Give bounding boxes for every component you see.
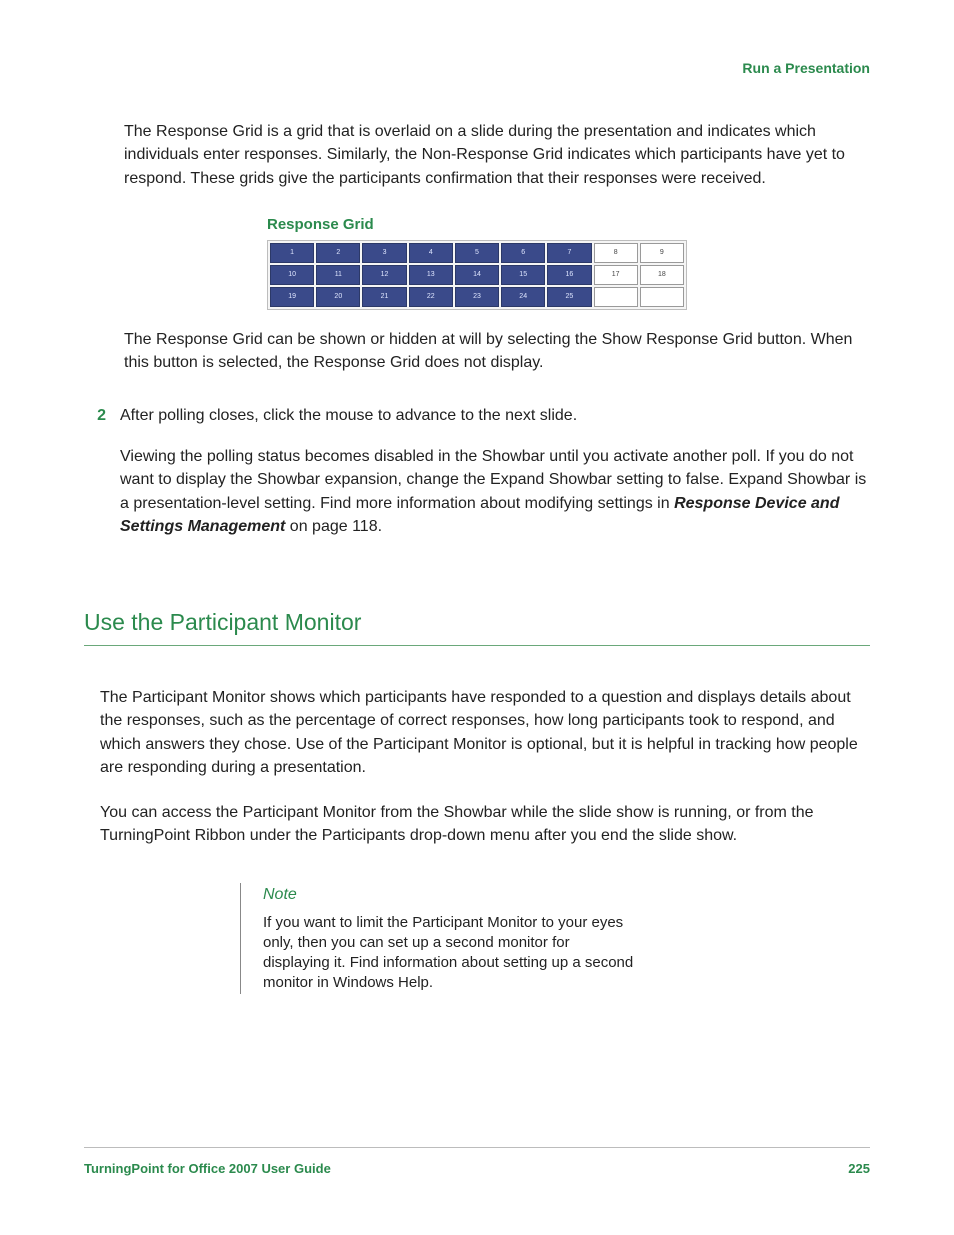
grid-cell: 18 [640,265,684,285]
page-footer: TurningPoint for Office 2007 User Guide … [84,1147,870,1179]
note-body: If you want to limit the Participant Mon… [263,913,640,994]
section-heading: Use the Participant Monitor [84,606,870,639]
grid-row: 101112131415161718 [270,265,684,285]
grid-cell: 23 [455,287,499,307]
footer-page-number: 225 [848,1160,870,1179]
grid-cell: 6 [501,243,545,263]
after-figure-paragraph: The Response Grid can be shown or hidden… [124,328,870,374]
grid-row: 123456789 [270,243,684,263]
grid-cell [594,287,638,307]
document-page: Run a Presentation The Response Grid is … [0,0,954,994]
response-grid: 1234567891011121314151617181920212223242… [267,240,687,310]
grid-cell: 13 [409,265,453,285]
grid-cell: 3 [362,243,406,263]
grid-cell [640,287,684,307]
grid-cell: 21 [362,287,406,307]
grid-row: 19202122232425 [270,287,684,307]
grid-cell: 24 [501,287,545,307]
intro-paragraph: The Response Grid is a grid that is over… [124,120,870,190]
grid-cell: 10 [270,265,314,285]
response-grid-figure: Response Grid 12345678910111213141516171… [267,214,687,310]
step-body: After polling closes, click the mouse to… [120,404,870,556]
chapter-header: Run a Presentation [84,58,870,78]
grid-cell: 14 [455,265,499,285]
grid-cell: 16 [547,265,591,285]
footer-doc-title: TurningPoint for Office 2007 User Guide [84,1160,331,1179]
step-text-c: on page 118. [285,518,382,535]
step-line: After polling closes, click the mouse to… [120,404,870,427]
grid-cell: 12 [362,265,406,285]
section-paragraph-2: You can access the Participant Monitor f… [100,801,870,847]
grid-cell: 17 [594,265,638,285]
grid-cell: 8 [594,243,638,263]
section-rule [84,645,870,646]
step-detail: Viewing the polling status becomes disab… [120,445,870,538]
grid-cell: 20 [316,287,360,307]
grid-cell: 19 [270,287,314,307]
grid-cell: 25 [547,287,591,307]
figure-title: Response Grid [267,214,687,236]
after-figure-block: The Response Grid can be shown or hidden… [124,328,870,374]
grid-cell: 5 [455,243,499,263]
grid-cell: 4 [409,243,453,263]
grid-cell: 22 [409,287,453,307]
grid-cell: 1 [270,243,314,263]
note-block: Note If you want to limit the Participan… [240,883,640,993]
step-2: 2 After polling closes, click the mouse … [84,404,870,556]
grid-cell: 2 [316,243,360,263]
grid-cell: 9 [640,243,684,263]
intro-block: The Response Grid is a grid that is over… [124,120,870,190]
grid-cell: 7 [547,243,591,263]
section-paragraph-1: The Participant Monitor shows which part… [100,686,870,779]
note-title: Note [263,883,640,906]
grid-cell: 11 [316,265,360,285]
step-number: 2 [84,404,106,556]
grid-cell: 15 [501,265,545,285]
